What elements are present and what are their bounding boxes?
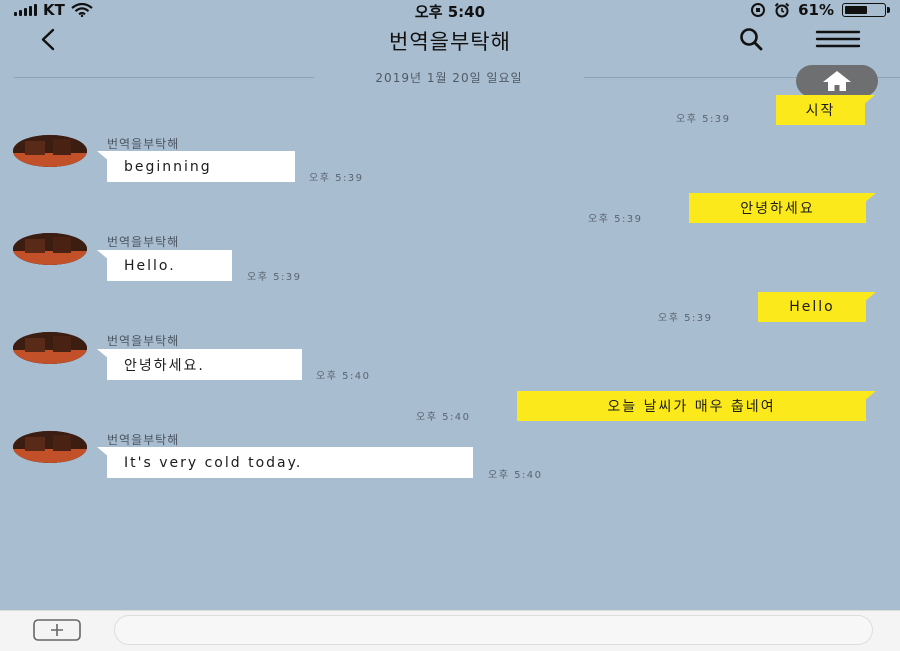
avatar[interactable]: [13, 431, 87, 463]
status-bar: KT 오후 5:40 61%: [0, 0, 900, 21]
alarm-icon: [774, 2, 790, 18]
battery-percent: 61%: [798, 1, 834, 19]
my-message-bubble[interactable]: Hello: [758, 292, 876, 322]
plus-square-icon: [33, 619, 81, 641]
message-time: 오후 5:39: [676, 114, 731, 125]
message-time: 오후 5:39: [309, 173, 364, 184]
bot-message-bubble[interactable]: 안녕하세요.: [97, 349, 302, 380]
message-input[interactable]: [114, 615, 873, 645]
avatar[interactable]: [13, 135, 87, 167]
bot-message-bubble[interactable]: beginning: [97, 151, 295, 182]
sender-name: 번역을부탁해: [107, 433, 180, 447]
avatar-image: [13, 332, 87, 364]
message-time: 오후 5:39: [588, 214, 643, 225]
bot-message-bubble[interactable]: Hello.: [97, 250, 232, 281]
date-divider: 2019년 1월 20일 일요일: [14, 70, 900, 85]
avatar[interactable]: [13, 332, 87, 364]
search-button[interactable]: [730, 24, 774, 54]
my-message-bubble[interactable]: 오늘 날씨가 매우 춥네여: [517, 391, 876, 421]
status-right: 61%: [750, 1, 890, 19]
message-time: 오후 5:40: [488, 470, 543, 481]
avatar-image: [13, 431, 87, 463]
back-button[interactable]: [34, 24, 64, 54]
message-time: 오후 5:40: [316, 371, 371, 382]
date-divider-text: 2019년 1월 20일 일요일: [375, 71, 523, 85]
hamburger-menu-icon: [815, 30, 861, 48]
sender-name: 번역을부탁해: [107, 137, 180, 151]
search-icon: [740, 28, 763, 51]
battery-fill: [845, 6, 867, 14]
my-message-bubble[interactable]: 시작: [776, 95, 875, 125]
message-composer: [0, 610, 900, 651]
message-time: 오후 5:39: [658, 313, 713, 324]
avatar-image: [13, 135, 87, 167]
attach-button[interactable]: [33, 619, 81, 641]
menu-button[interactable]: [812, 24, 864, 54]
sender-name: 번역을부탁해: [107, 235, 180, 249]
home-icon: [823, 71, 851, 91]
my-message-bubble[interactable]: 안녕하세요: [689, 193, 876, 223]
message-time: 오후 5:39: [247, 272, 302, 283]
avatar-image: [13, 233, 87, 265]
chevron-left-icon: [41, 28, 55, 51]
avatar[interactable]: [13, 233, 87, 265]
bot-message-bubble[interactable]: It's very cold today.: [97, 447, 473, 478]
sender-name: 번역을부탁해: [107, 334, 180, 348]
battery-icon: [842, 3, 890, 17]
chat-header: 번역을부탁해: [0, 20, 900, 60]
divider-rule-left: [14, 77, 314, 78]
message-time: 오후 5:40: [416, 412, 471, 423]
home-button[interactable]: [796, 65, 878, 97]
orientation-lock-icon: [751, 3, 766, 17]
